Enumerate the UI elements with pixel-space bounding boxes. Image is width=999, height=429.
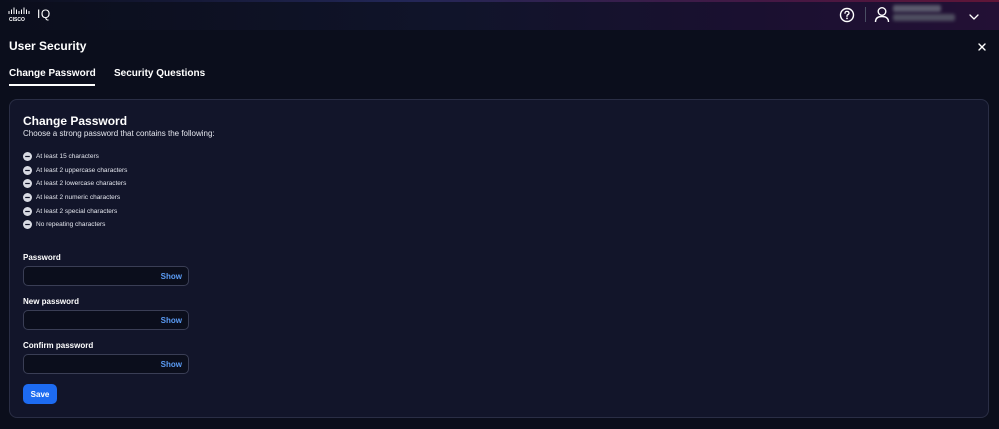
requirement-item: At least 2 special characters	[23, 206, 117, 216]
requirement-item: No repeating characters	[23, 219, 105, 229]
user-name-redacted	[893, 5, 941, 12]
requirement-label: At least 2 special characters	[36, 207, 118, 215]
requirement-label: At least 2 numeric characters	[36, 193, 121, 201]
requirement-item: At least 15 characters	[23, 151, 99, 161]
page-title: User Security	[9, 39, 87, 53]
tab-security-questions[interactable]: Security Questions	[114, 68, 205, 79]
tab-change-password[interactable]: Change Password	[9, 68, 96, 79]
show-password-button[interactable]: Show	[161, 272, 182, 281]
confirm-password-input[interactable]	[30, 358, 155, 371]
requirement-item: At least 2 lowercase characters	[23, 178, 126, 188]
requirement-label: At least 2 lowercase characters	[36, 179, 127, 187]
user-email-redacted	[893, 14, 955, 21]
requirement-item: At least 2 uppercase characters	[23, 165, 127, 175]
card-title: Change Password	[23, 114, 128, 128]
cisco-wordmark: CISCO	[9, 17, 25, 23]
user-icon[interactable]	[874, 6, 890, 23]
requirement-label: No repeating characters	[36, 220, 106, 228]
password-input[interactable]	[30, 270, 155, 283]
requirement-item: At least 2 numeric characters	[23, 192, 120, 202]
minus-circle-icon	[23, 151, 32, 161]
password-field: Show	[23, 266, 189, 286]
confirm-password-field: Show	[23, 354, 189, 374]
help-icon[interactable]	[839, 7, 855, 23]
new-password-label: New password	[23, 297, 80, 306]
password-label: Password	[23, 253, 61, 262]
header-divider	[865, 7, 866, 22]
minus-circle-icon	[23, 192, 32, 202]
show-new-password-button[interactable]: Show	[161, 316, 182, 325]
card-subtitle: Choose a strong password that contains t…	[23, 129, 215, 138]
requirement-label: At least 15 characters	[36, 152, 99, 160]
minus-circle-icon	[23, 206, 32, 216]
product-name: IQ	[37, 7, 51, 21]
minus-circle-icon	[23, 178, 32, 188]
show-confirm-password-button[interactable]: Show	[161, 360, 182, 369]
confirm-password-label: Confirm password	[23, 341, 94, 350]
requirement-label: At least 2 uppercase characters	[36, 166, 128, 174]
active-tab-indicator	[9, 84, 95, 86]
save-button[interactable]: Save	[23, 384, 57, 404]
close-icon[interactable]	[976, 40, 988, 52]
minus-circle-icon	[23, 219, 32, 229]
new-password-field: Show	[23, 310, 189, 330]
minus-circle-icon	[23, 165, 32, 175]
new-password-input[interactable]	[30, 314, 155, 327]
chevron-down-icon[interactable]	[968, 9, 980, 20]
